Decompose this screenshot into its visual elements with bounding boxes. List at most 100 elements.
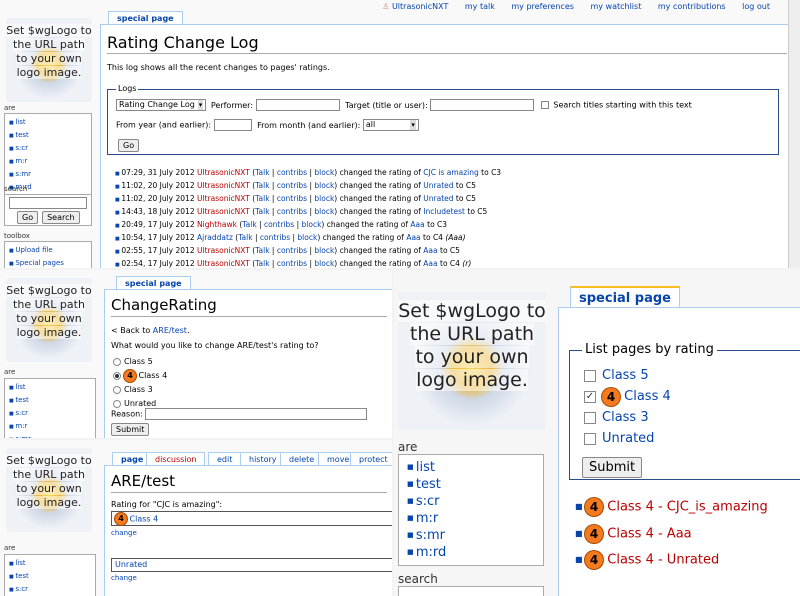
option-class3[interactable]: Class 3: [113, 383, 167, 397]
site-logo-2[interactable]: Set $wgLogo to the URL path to your own …: [6, 278, 92, 362]
result-link-3[interactable]: Class 4 - Unrated: [607, 553, 719, 568]
toolbox-special-pages[interactable]: Special pages: [9, 257, 87, 268]
log-contribs-link[interactable]: contribs: [260, 233, 290, 242]
nav4-item-list[interactable]: ■ list: [407, 459, 535, 476]
log-block-link[interactable]: block: [314, 246, 334, 255]
result-link-1[interactable]: Class 4 - CJC_is_amazing: [607, 500, 767, 515]
log-user-link[interactable]: Nighthawk: [197, 220, 237, 229]
change-link-1[interactable]: change: [111, 529, 137, 537]
log-page-link[interactable]: Aaa: [423, 259, 437, 268]
log-talk-link[interactable]: Talk: [255, 246, 269, 255]
option-class4[interactable]: 4 Class 4: [113, 369, 167, 383]
reason-input[interactable]: [145, 408, 368, 420]
nav4-item-scr[interactable]: ■ s:cr: [407, 493, 535, 510]
checkbox-class3[interactable]: [584, 411, 596, 424]
site-logo[interactable]: Set $wgLogo to the URL path to your own …: [6, 18, 92, 102]
nav3-item-list[interactable]: list: [9, 557, 91, 570]
search-go-button[interactable]: Go: [17, 211, 39, 224]
log-page-link[interactable]: CJC is amazing: [423, 168, 478, 177]
log-page-link[interactable]: Aaa: [410, 220, 424, 229]
filter-unrated[interactable]: Unrated: [584, 428, 671, 449]
personal-user-link[interactable]: UltrasonicNXT: [392, 2, 448, 11]
log-contribs-link[interactable]: contribs: [264, 220, 294, 229]
toolbox-upload-file[interactable]: Upload file: [9, 244, 87, 257]
back-link[interactable]: ARE/test: [153, 326, 187, 335]
tab-history[interactable]: history: [240, 452, 286, 466]
checkbox-class4[interactable]: ✓: [584, 390, 596, 403]
log-user-link[interactable]: Ajraddatz: [197, 233, 233, 242]
year-input[interactable]: [213, 119, 252, 131]
result-item[interactable]: ■ 4 Class 4 - Unrated: [575, 547, 768, 574]
personal-link-contributions[interactable]: my contributions: [658, 2, 726, 11]
log-talk-link[interactable]: Talk: [255, 194, 269, 203]
nav-item-smr[interactable]: s:mr: [9, 168, 87, 181]
log-contribs-link[interactable]: contribs: [277, 246, 307, 255]
nav2-item-list[interactable]: list: [9, 381, 91, 394]
nav2-item-smr[interactable]: s:mr: [9, 433, 91, 438]
log-block-link[interactable]: block: [314, 259, 334, 268]
scrollbar[interactable]: [788, 0, 800, 268]
log-user-link[interactable]: UltrasonicNXT: [197, 207, 250, 216]
nav3-item-scr[interactable]: s:cr: [9, 583, 91, 596]
nav4-item-scr-link[interactable]: s:cr: [416, 494, 440, 509]
nav-item-list[interactable]: list: [9, 116, 87, 129]
nav2-item-mr[interactable]: m:r: [9, 420, 91, 433]
result-item[interactable]: ■ 4 Class 4 - CJC_is_amazing: [575, 494, 768, 521]
log-block-link[interactable]: block: [302, 220, 322, 229]
log-talk-link[interactable]: Talk: [255, 181, 269, 190]
prefix-checkbox[interactable]: [540, 101, 549, 109]
log-contribs-link[interactable]: contribs: [277, 259, 307, 268]
nav-item-scr[interactable]: s:cr: [9, 142, 87, 155]
log-block-link[interactable]: block: [314, 181, 334, 190]
nav2-item-test[interactable]: test: [9, 394, 91, 407]
nav4-item-smr-link[interactable]: s:mr: [416, 528, 445, 543]
log-talk-link[interactable]: Talk: [255, 207, 269, 216]
personal-link-talk[interactable]: my talk: [465, 2, 495, 11]
changerating-submit-button[interactable]: Submit: [111, 423, 150, 436]
nav4-item-test[interactable]: ■ test: [407, 476, 535, 493]
log-user-link[interactable]: UltrasonicNXT: [197, 168, 250, 177]
log-contribs-link[interactable]: contribs: [277, 194, 307, 203]
tab-special-page[interactable]: special page: [108, 11, 183, 25]
nav-item-mr[interactable]: m:r: [9, 155, 87, 168]
log-user-link[interactable]: UltrasonicNXT: [197, 259, 250, 268]
target-input[interactable]: [430, 99, 535, 111]
tab-special-page-4[interactable]: special page: [570, 286, 680, 308]
log-page-link[interactable]: Unrated: [423, 194, 453, 203]
log-user-link[interactable]: UltrasonicNXT: [197, 194, 250, 203]
log-page-link[interactable]: Includetest: [423, 207, 465, 216]
nav4-item-mrd[interactable]: ■ m:rd: [407, 544, 535, 561]
log-talk-link[interactable]: Talk: [242, 220, 256, 229]
nav4-item-mr-link[interactable]: m:r: [416, 511, 438, 526]
filter-class4[interactable]: ✓ 4 Class 4: [584, 386, 671, 407]
radio-class5[interactable]: [113, 357, 121, 366]
search-input[interactable]: [9, 197, 87, 209]
search-search-button[interactable]: Search: [42, 211, 80, 224]
performer-input[interactable]: [255, 99, 340, 111]
log-block-link[interactable]: block: [314, 168, 334, 177]
nav3-item-test[interactable]: test: [9, 570, 91, 583]
rating-class4-link[interactable]: Class 4: [130, 515, 159, 524]
nav4-item-list-link[interactable]: list: [416, 460, 435, 475]
nav4-item-mr[interactable]: ■ m:r: [407, 510, 535, 527]
unrated-link[interactable]: Unrated: [115, 560, 147, 569]
logs-go-button[interactable]: Go: [118, 139, 140, 152]
filter-class5[interactable]: Class 5: [584, 365, 671, 386]
personal-link-watchlist[interactable]: my watchlist: [590, 2, 641, 11]
log-talk-link[interactable]: Talk: [255, 168, 269, 177]
log-contribs-link[interactable]: contribs: [277, 207, 307, 216]
log-contribs-link[interactable]: contribs: [277, 181, 307, 190]
tab-discussion[interactable]: discussion: [146, 452, 206, 466]
month-select[interactable]: all: [362, 119, 419, 131]
nav4-item-test-link[interactable]: test: [416, 477, 441, 492]
log-talk-link[interactable]: Talk: [255, 259, 269, 268]
log-page-link[interactable]: Aaa: [406, 233, 420, 242]
log-page-link[interactable]: Unrated: [423, 181, 453, 190]
log-block-link[interactable]: block: [314, 194, 334, 203]
tab-delete[interactable]: delete: [280, 452, 324, 466]
radio-unrated[interactable]: [113, 399, 121, 408]
tab-protect[interactable]: protect: [350, 452, 392, 466]
log-user-link[interactable]: UltrasonicNXT: [197, 246, 250, 255]
log-block-link[interactable]: block: [314, 207, 334, 216]
radio-class4[interactable]: [113, 371, 121, 380]
